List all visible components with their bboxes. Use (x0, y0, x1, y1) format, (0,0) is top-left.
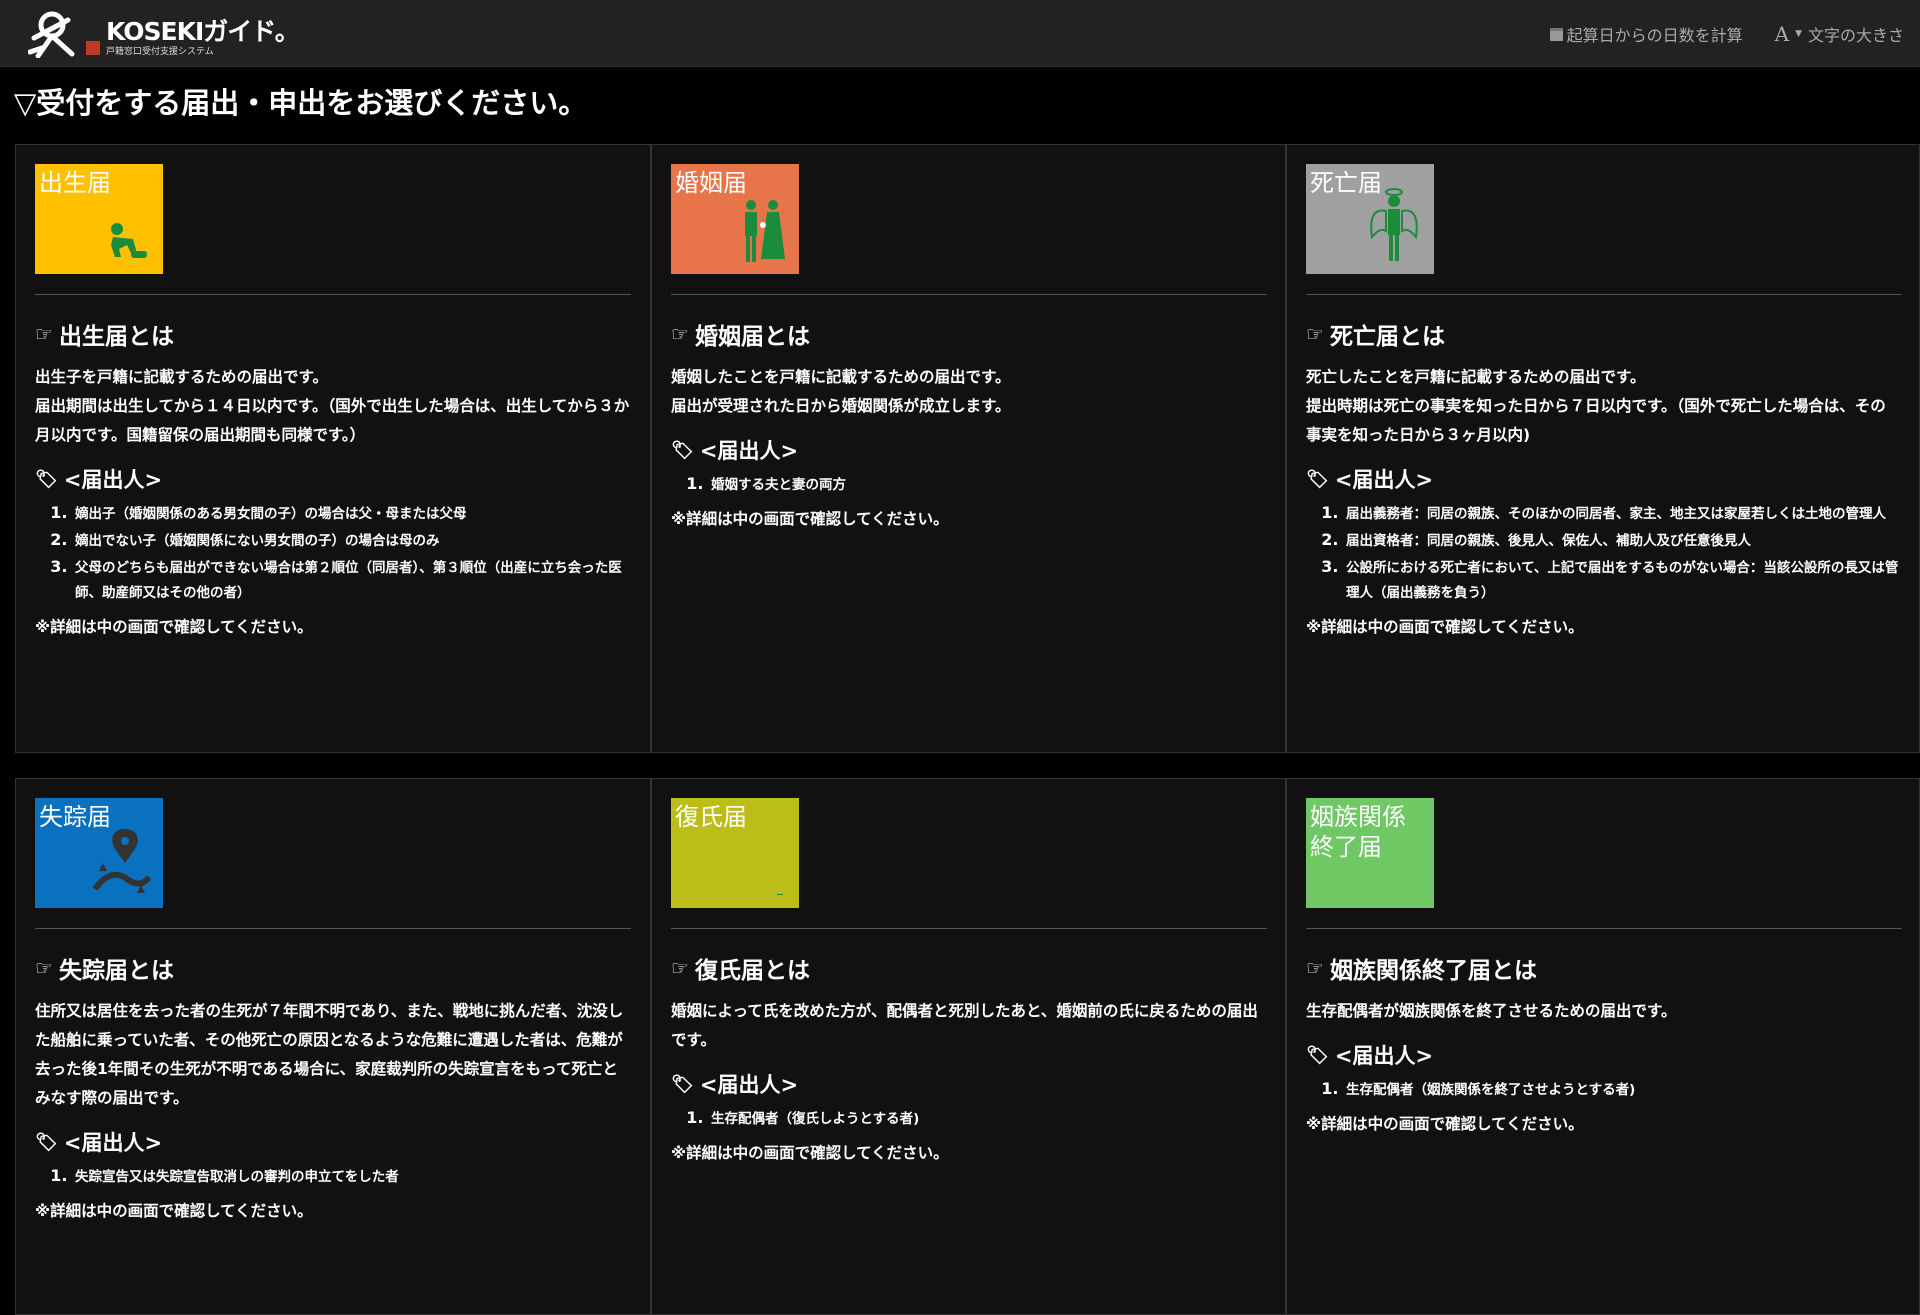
notice-tile[interactable]: 婚姻届 (671, 164, 799, 274)
applicant-item: 嫡出でない子（婚姻関係にない男女間の子）の場合は母のみ (73, 527, 631, 554)
applicant-item: 婚姻する夫と妻の両方 (709, 471, 1266, 498)
applicant-item: 公設所における死亡者において、上記で届出をするものがない場合：当該公設所の長又は… (1344, 554, 1900, 606)
card-description: 生存配偶者が姻族関係を終了させるための届出です。 (1306, 1002, 1677, 1020)
applicant-list: 生存配偶者（姻族関係を終了させようとする者) (1306, 1076, 1900, 1103)
font-icon: A (1774, 22, 1790, 46)
logo-subtitle: 戸籍窓口受付支援システム (106, 47, 214, 57)
notice-card-5[interactable]: 姻族関係 終了届 ☞ 姻族関係終了届とは 生存配偶者が姻族関係を終了させるための… (1286, 778, 1920, 1315)
font-size-dropdown[interactable]: A ▼ 文字の大きさ (1775, 22, 1904, 46)
divider (1306, 928, 1902, 929)
card-row-1: 出生届 ☞ 出生届とは 出生子を戸籍に記載するための届出です。届出期間は出生して… (15, 144, 1920, 753)
tile-label: 復氏届 (675, 803, 747, 831)
notice-tile[interactable]: 失踪届 (35, 798, 163, 908)
card-title: 婚姻届とは (694, 324, 810, 350)
card-title: 死亡届とは (1329, 324, 1445, 350)
applicant-list: 届出義務者：同居の親族、そのほかの同居者、家主、地主又は家屋若しくは土地の管理人… (1306, 500, 1900, 606)
applicant-list: 失踪宣告又は失踪宣告取消しの審判の申立てをした者 (35, 1163, 631, 1190)
detail-note: ※詳細は中の画面で確認してください。 (1306, 618, 1584, 636)
detail-note: ※詳細は中の画面で確認してください。 (35, 618, 313, 636)
card-description: 提出時期は死亡の事実を知った日から７日以内です。（国外で死亡した場合は、その事実… (1306, 397, 1886, 444)
tag-icon: 🏷 (1306, 1044, 1329, 1066)
pointing-hand-icon: ☞ (1306, 956, 1324, 980)
map-pin-path-icon (91, 827, 152, 904)
notice-card-3[interactable]: 失踪届 ☞ 失踪届とは 住所又は居住を去った者の生死が７年間不明であり、また、戦… (15, 778, 651, 1315)
restore-name-icon (775, 874, 787, 904)
tile-label: 姻族関係 終了届 (1310, 803, 1406, 861)
tag-icon: 🏷 (35, 1131, 58, 1153)
notice-card-4[interactable]: 復氏届 ☞ 復氏届とは 婚姻によって氏を改めた方が、配偶者と死別したあと、婚姻前… (651, 778, 1286, 1315)
caret-down-icon: ▼ (1795, 29, 1802, 39)
calc-days-link[interactable]: 起算日からの日数を計算 (1549, 22, 1743, 46)
pointing-hand-icon: ☞ (671, 322, 689, 346)
notice-card-0[interactable]: 出生届 ☞ 出生届とは 出生子を戸籍に記載するための届出です。届出期間は出生して… (15, 144, 651, 753)
page-heading: ▽受付をする届出・申出をお選びください。 (14, 86, 588, 120)
divider (671, 928, 1267, 929)
tag-icon: 🏷 (35, 468, 58, 490)
card-description: 届出が受理された日から婚姻関係が成立します。 (671, 397, 1011, 415)
divider (35, 294, 631, 295)
divider (35, 928, 631, 929)
card-description: 婚姻したことを戸籍に記載するための届出です。 (671, 368, 1011, 386)
card-description: 出生子を戸籍に記載するための届出です。 (35, 368, 328, 386)
pointing-hand-icon: ☞ (671, 956, 689, 980)
detail-note: ※詳細は中の画面で確認してください。 (671, 1144, 949, 1162)
card-title: 復氏届とは (694, 958, 810, 984)
calendar-icon (1549, 27, 1563, 41)
applicant-item: 生存配偶者（姻族関係を終了させようとする者) (1344, 1076, 1900, 1103)
tag-icon: 🏷 (671, 439, 694, 461)
family-end-icon (1421, 874, 1422, 904)
logo-title: KOSEKIガイド。 (106, 17, 300, 46)
font-size-label: 文字の大きさ (1807, 26, 1904, 45)
notice-tile[interactable]: 復氏届 (671, 798, 799, 908)
notice-tile[interactable]: 出生届 (35, 164, 163, 274)
applicant-item: 届出資格者：同居の親族、後見人、保佐人、補助人及び任意後見人 (1344, 527, 1900, 554)
notice-tile[interactable]: 姻族関係 終了届 (1306, 798, 1434, 908)
divider (671, 294, 1267, 295)
tag-icon: 🏷 (671, 1073, 694, 1095)
pointing-hand-icon: ☞ (35, 322, 53, 346)
applicant-item: 嫡出子（婚姻関係のある男女間の子）の場合は父・母または父母 (73, 500, 631, 527)
crawling-baby-icon (107, 219, 151, 270)
card-title: 姻族関係終了届とは (1329, 958, 1537, 984)
card-row-2: 失踪届 ☞ 失踪届とは 住所又は居住を去った者の生死が７年間不明であり、また、戦… (15, 778, 1920, 1315)
notice-card-2[interactable]: 死亡届 ☞ 死亡届とは 死亡したことを戸籍に記載するための届出です。提出時期は死… (1286, 144, 1920, 753)
card-description: 届出期間は出生してから１４日以内です。（国外で出生した場合は、出生してから３か月… (35, 397, 630, 444)
detail-note: ※詳細は中の画面で確認してください。 (35, 1202, 313, 1220)
applicant-list: 生存配偶者（復氏しようとする者) (671, 1105, 1266, 1132)
applicant-list: 婚姻する夫と妻の両方 (671, 471, 1266, 498)
logo[interactable]: KOSEKIガイド。 戸籍窓口受付支援システム (28, 8, 300, 58)
applicant-list: 嫡出子（婚姻関係のある男女間の子）の場合は父・母または父母嫡出でない子（婚姻関係… (35, 500, 631, 606)
tile-label: 婚姻届 (675, 169, 747, 197)
applicant-heading: <届出人> (63, 1131, 163, 1155)
applicant-heading: <届出人> (1334, 468, 1434, 492)
pointing-hand-icon: ☞ (35, 956, 53, 980)
applicant-item: 失踪宣告又は失踪宣告取消しの審判の申立てをした者 (73, 1163, 631, 1190)
card-description: 死亡したことを戸籍に記載するための届出です。 (1306, 368, 1646, 386)
applicant-heading: <届出人> (699, 439, 799, 463)
divider (1306, 294, 1902, 295)
card-description: 住所又は居住を去った者の生死が７年間不明であり、また、戦地に挑んだ者、沈没した船… (35, 1002, 624, 1107)
angel-icon (1366, 187, 1422, 270)
detail-note: ※詳細は中の画面で確認してください。 (1306, 1115, 1584, 1133)
pointing-hand-icon: ☞ (1306, 322, 1324, 346)
tile-label: 出生届 (39, 169, 111, 197)
applicant-heading: <届出人> (63, 468, 163, 492)
tag-icon: 🏷 (1306, 468, 1329, 490)
notice-tile[interactable]: 死亡届 (1306, 164, 1434, 274)
detail-note: ※詳細は中の画面で確認してください。 (671, 510, 949, 528)
calc-days-label: 起算日からの日数を計算 (1566, 26, 1743, 45)
logo-seal-icon (86, 41, 100, 55)
top-bar: KOSEKIガイド。 戸籍窓口受付支援システム 起算日からの日数を計算 A ▼ … (0, 0, 1920, 67)
card-title: 失踪届とは (58, 958, 174, 984)
card-description: 婚姻によって氏を改めた方が、配偶者と死別したあと、婚姻前の氏に戻るための届出です… (671, 1002, 1258, 1049)
applicant-item: 父母のどちらも届出ができない場合は第２順位（同居者）、第３順位（出産に立ち会った… (73, 554, 631, 606)
bride-groom-icon (739, 197, 787, 270)
logo-person-icon (28, 11, 75, 58)
applicant-heading: <届出人> (699, 1073, 799, 1097)
applicant-item: 届出義務者：同居の親族、そのほかの同居者、家主、地主又は家屋若しくは土地の管理人 (1344, 500, 1900, 527)
applicant-item: 生存配偶者（復氏しようとする者) (709, 1105, 1266, 1132)
applicant-heading: <届出人> (1334, 1044, 1434, 1068)
notice-card-1[interactable]: 婚姻届 ☞ 婚姻届とは 婚姻したことを戸籍に記載するための届出です。 届出が受理さ… (651, 144, 1286, 753)
card-title: 出生届とは (58, 324, 174, 350)
